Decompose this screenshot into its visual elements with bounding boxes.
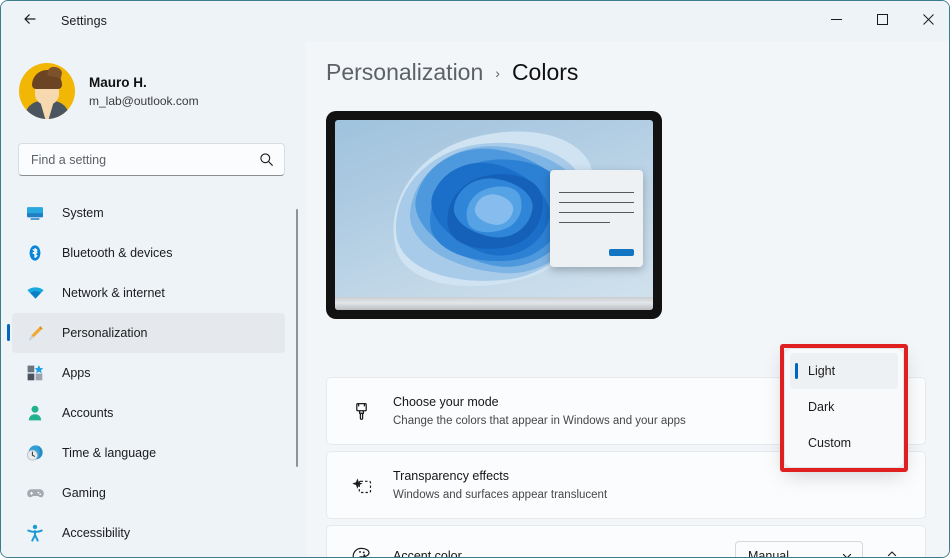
accessibility-icon	[25, 523, 45, 543]
accent-color-mode-dropdown[interactable]: Manual	[735, 541, 863, 558]
palette-icon	[348, 543, 374, 557]
close-icon	[922, 12, 934, 30]
sidebar-item-network-internet[interactable]: Network & internet	[12, 273, 285, 313]
account-email: m_lab@outlook.com	[89, 93, 199, 108]
sidebar-item-label: Network & internet	[62, 286, 165, 300]
paintbrush-icon	[25, 323, 45, 343]
preview-screen	[335, 120, 653, 310]
search-container	[18, 143, 285, 176]
page-title: Colors	[511, 59, 579, 85]
sidebar-item-label: Bluetooth & devices	[62, 246, 173, 260]
sidebar: Mauro H. m_lab@outlook.com Find a settin…	[1, 41, 306, 557]
title-bar: Settings	[1, 1, 949, 41]
search-input[interactable]	[31, 152, 259, 167]
sidebar-item-label: System	[62, 206, 104, 220]
breadcrumb-parent[interactable]: Personalization	[326, 59, 483, 86]
transparency-icon	[348, 472, 374, 498]
close-button[interactable]	[905, 1, 949, 41]
breadcrumb: Personalization › Colors	[326, 59, 578, 86]
settings-window: Settings Mauro H. m_lab@outlook.com Find…	[0, 0, 950, 558]
sidebar-scrollbar[interactable]	[296, 209, 298, 467]
sidebar-item-bluetooth-devices[interactable]: Bluetooth & devices	[12, 233, 285, 273]
account-block[interactable]: Mauro H. m_lab@outlook.com	[19, 63, 306, 119]
chevron-up-icon	[886, 547, 898, 557]
sidebar-item-label: Personalization	[62, 326, 148, 340]
accent-color-mode-value: Manual	[748, 549, 789, 558]
minimize-icon	[830, 12, 842, 30]
sidebar-item-label: Time & language	[62, 446, 157, 460]
sidebar-item-apps[interactable]: Apps	[12, 353, 285, 393]
dropdown-option-custom[interactable]: Custom	[790, 425, 898, 461]
window-title: Settings	[61, 14, 107, 28]
setting-row-accent-color[interactable]: Accent color Manual	[326, 525, 926, 558]
search-icon	[259, 152, 274, 167]
sidebar-item-label: Accounts	[62, 406, 114, 420]
window-controls	[813, 1, 949, 41]
clock-globe-icon	[25, 443, 45, 463]
dropdown-option-label: Custom	[808, 436, 852, 450]
chevron-right-icon: ›	[495, 65, 500, 81]
minimize-button[interactable]	[813, 1, 859, 41]
back-arrow-icon	[22, 11, 38, 32]
account-name: Mauro H.	[89, 74, 147, 90]
sidebar-item-label: Apps	[62, 366, 91, 380]
chevron-down-icon	[841, 550, 853, 557]
maximize-icon	[876, 12, 888, 30]
dropdown-option-dark[interactable]: Dark	[790, 389, 898, 425]
maximize-button[interactable]	[859, 1, 905, 41]
sidebar-item-label: Gaming	[62, 486, 106, 500]
sidebar-item-time-language[interactable]: Time & language	[12, 433, 285, 473]
setting-title: Transparency effects	[393, 468, 510, 483]
monitor-icon	[25, 203, 45, 223]
main-content: Personalization › Colors Choose your mod…	[306, 41, 949, 558]
sidebar-item-system[interactable]: System	[12, 193, 285, 233]
dropdown-option-label: Light	[808, 364, 836, 378]
person-icon	[25, 403, 45, 423]
wifi-icon	[25, 283, 45, 303]
choose-your-mode-dropdown-flyout[interactable]: Light Dark Custom	[784, 348, 904, 468]
paintbrush-icon	[348, 398, 374, 424]
desktop-preview	[326, 111, 662, 319]
sidebar-item-label: Accessibility	[62, 526, 131, 540]
avatar	[19, 63, 75, 119]
setting-title: Accent color	[393, 548, 462, 558]
gamepad-icon	[25, 483, 45, 503]
accent-color-expander-button[interactable]	[877, 541, 907, 557]
sidebar-item-accounts[interactable]: Accounts	[12, 393, 285, 433]
sidebar-item-personalization[interactable]: Personalization	[7, 313, 285, 353]
preview-mock-window	[550, 170, 643, 267]
dropdown-option-light[interactable]: Light	[790, 353, 898, 389]
preview-taskbar	[335, 297, 653, 310]
setting-subtitle: Windows and surfaces appear translucent	[393, 488, 608, 501]
search-box[interactable]	[18, 143, 285, 176]
dropdown-option-label: Dark	[808, 400, 835, 414]
apps-grid-icon	[25, 363, 45, 383]
sidebar-item-gaming[interactable]: Gaming	[12, 473, 285, 513]
back-button[interactable]	[13, 6, 47, 36]
preview-accent-button	[609, 249, 634, 256]
bluetooth-icon	[25, 243, 45, 263]
sidebar-item-accessibility[interactable]: Accessibility	[12, 513, 285, 553]
sidebar-nav: System Bluetooth & devices Network & int…	[1, 193, 291, 553]
